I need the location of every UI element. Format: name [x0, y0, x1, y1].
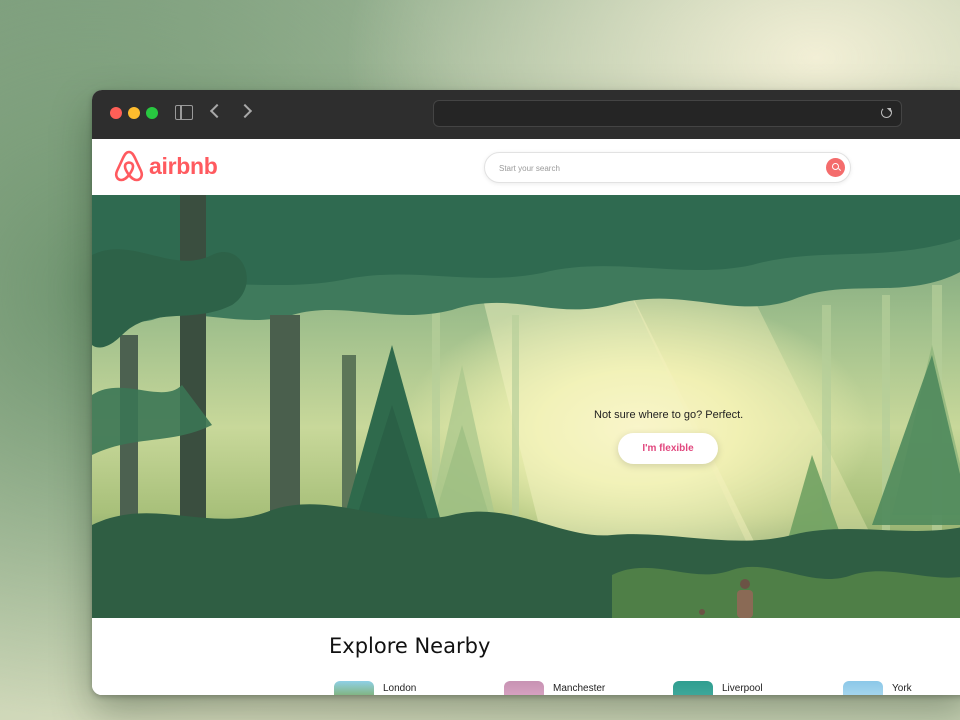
nearby-thumb-york — [843, 681, 883, 695]
nearby-label-liverpool: Liverpool — [722, 682, 763, 694]
explore-nearby-section: Explore Nearby London Manchester Liverpo… — [92, 618, 960, 695]
nearby-thumb-liverpool — [673, 681, 713, 695]
back-icon[interactable] — [209, 103, 225, 119]
maximize-window-button[interactable] — [146, 107, 158, 119]
sidebar-icon[interactable] — [175, 105, 193, 120]
nearby-thumb-manchester — [504, 681, 544, 695]
nearby-label-manchester: Manchester — [553, 682, 606, 694]
nearby-label-london: London — [383, 682, 417, 694]
browser-window: airbnb Start your search Not sure where … — [92, 90, 960, 695]
site-header: airbnb — [92, 139, 960, 195]
nearby-label-york: York — [892, 682, 912, 694]
search-button[interactable] — [826, 158, 845, 177]
browser-titlebar — [92, 90, 960, 140]
nearby-item-liverpool[interactable]: Liverpool — [673, 681, 763, 695]
nearby-item-york[interactable]: York — [843, 681, 912, 695]
brand-wordmark: airbnb — [149, 152, 218, 179]
forest-illustration — [92, 195, 960, 618]
minimize-window-button[interactable] — [128, 107, 140, 119]
nearby-thumb-london — [334, 681, 374, 695]
forward-icon[interactable] — [237, 103, 253, 119]
hero-headline: Not sure where to go? Perfect. — [594, 409, 744, 421]
nearby-item-london[interactable]: London — [334, 681, 416, 695]
explore-nearby-title: Explore Nearby — [329, 634, 491, 658]
im-flexible-button[interactable]: I'm flexible — [618, 433, 718, 464]
web-page: airbnb Start your search Not sure where … — [92, 139, 960, 695]
nearby-item-manchester[interactable]: Manchester — [504, 681, 605, 695]
address-bar[interactable] — [433, 100, 902, 127]
airbnb-logo-icon — [114, 150, 144, 182]
reload-icon[interactable] — [881, 107, 892, 118]
search-input[interactable] — [497, 159, 811, 177]
search-bar[interactable] — [484, 152, 851, 183]
airbnb-logo[interactable]: airbnb — [114, 150, 218, 182]
hero-banner: Not sure where to go? Perfect. I'm flexi… — [92, 195, 960, 618]
close-window-button[interactable] — [110, 107, 122, 119]
search-icon — [832, 163, 839, 170]
